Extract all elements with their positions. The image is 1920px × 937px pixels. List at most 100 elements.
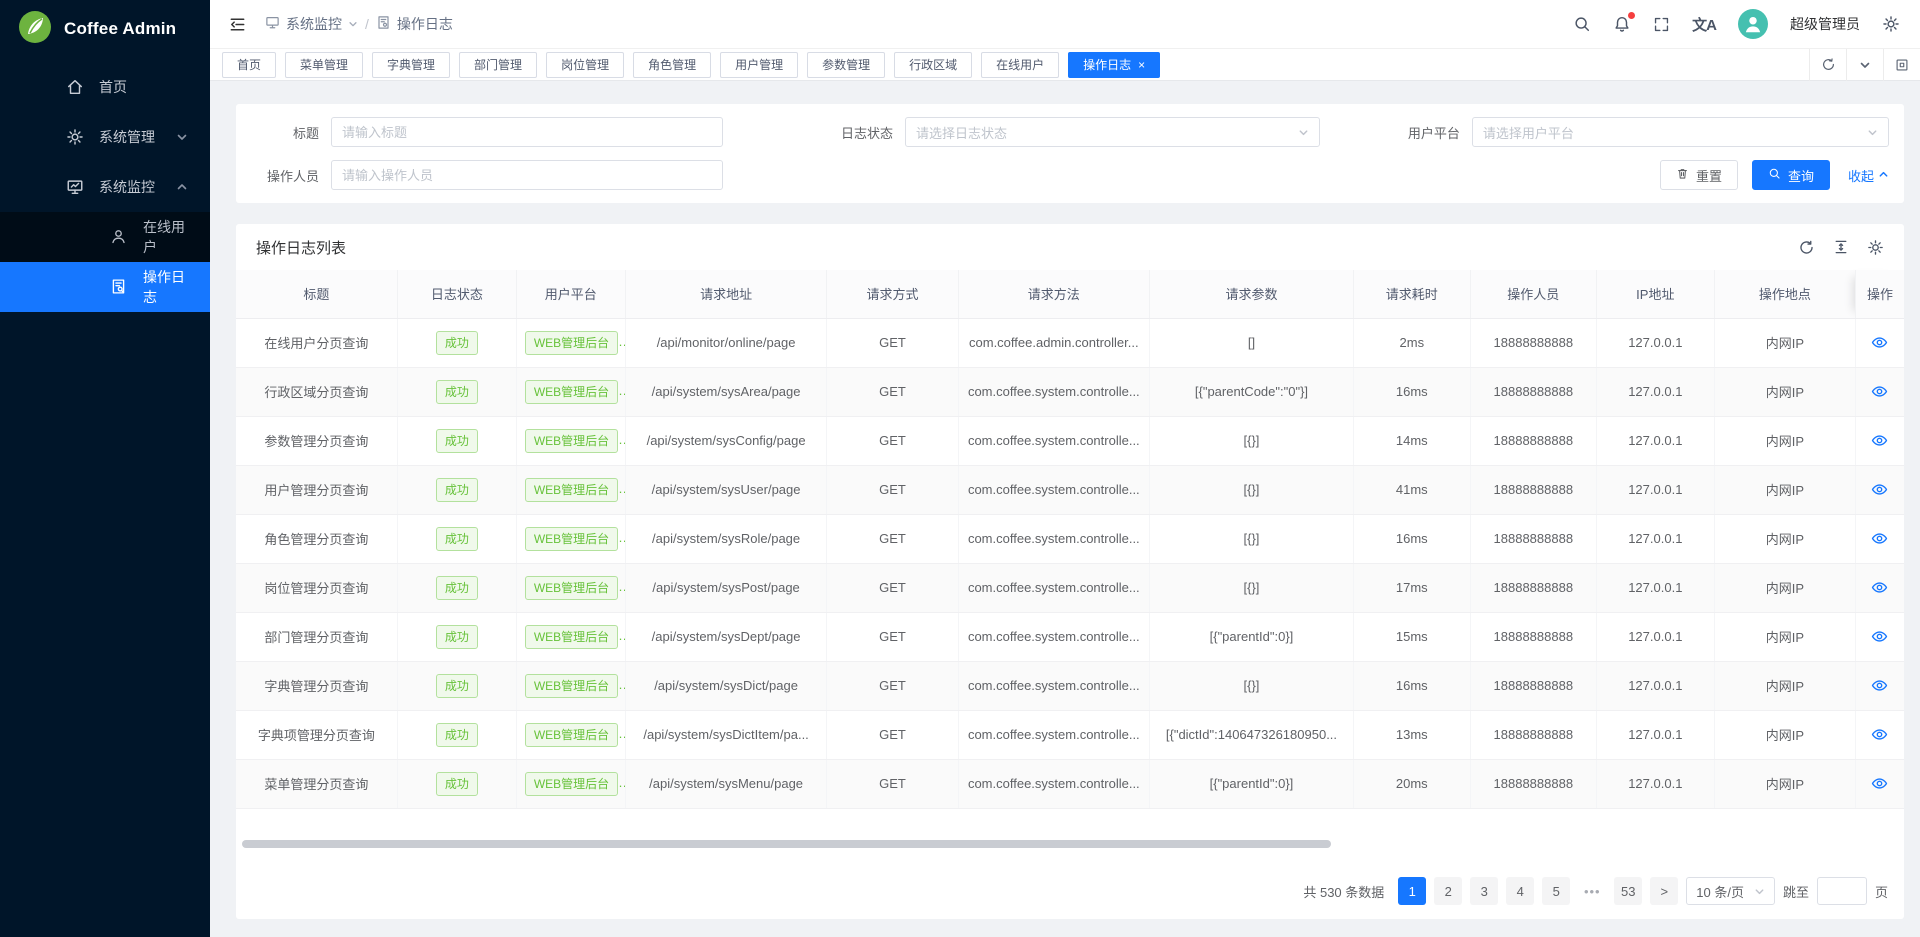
title-input[interactable] — [331, 117, 723, 147]
cell-title: 用户管理分页查询 — [236, 465, 397, 514]
view-detail-eye-icon[interactable] — [1871, 677, 1888, 694]
tab-部门管理[interactable]: 部门管理 — [459, 52, 537, 78]
view-detail-eye-icon[interactable] — [1871, 530, 1888, 547]
cell-actions — [1855, 759, 1904, 808]
logo-area[interactable]: Coffee Admin — [0, 0, 210, 58]
cell-location: 内网IP — [1714, 612, 1855, 661]
table-row: 岗位管理分页查询 成功 WEB管理后台 /api/system/sysPost/… — [236, 563, 1904, 612]
breadcrumb-section[interactable]: 系统监控 — [265, 14, 358, 34]
operator-input[interactable] — [331, 160, 723, 190]
refresh-icon[interactable] — [1809, 49, 1846, 81]
page-button-1[interactable]: 1 — [1398, 877, 1426, 905]
next-page-button[interactable]: > — [1650, 877, 1678, 905]
cell-request-url: /api/system/sysDept/page — [625, 612, 827, 661]
page-button-3[interactable]: 3 — [1470, 877, 1498, 905]
tab-首页[interactable]: 首页 — [222, 52, 276, 78]
jump-page-input[interactable] — [1817, 877, 1867, 905]
cell-request-duration: 16ms — [1353, 661, 1470, 710]
cell-location: 内网IP — [1714, 759, 1855, 808]
view-detail-eye-icon[interactable] — [1871, 775, 1888, 792]
view-detail-eye-icon[interactable] — [1871, 579, 1888, 596]
notification-bell-icon[interactable] — [1613, 15, 1631, 33]
table-row: 行政区域分页查询 成功 WEB管理后台 /api/system/sysArea/… — [236, 367, 1904, 416]
page-list: 12345•••53 — [1398, 877, 1642, 905]
close-icon[interactable]: × — [1138, 59, 1145, 71]
sidebar-item-system-management[interactable]: 系统管理 — [0, 112, 210, 162]
tab-label: 字典管理 — [387, 56, 435, 73]
menu-fold-icon[interactable] — [228, 15, 247, 34]
tab-岗位管理[interactable]: 岗位管理 — [546, 52, 624, 78]
tab-label: 部门管理 — [474, 56, 522, 73]
cell-request-handler: com.coffee.system.controlle... — [958, 661, 1150, 710]
cell-request-params: [{"parentCode":"0"}] — [1150, 367, 1354, 416]
status-select[interactable]: 请选择日志状态 — [905, 117, 1320, 147]
page-size-select[interactable]: 10 条/页 — [1686, 877, 1775, 905]
column-settings-gear-icon[interactable] — [1867, 239, 1884, 256]
cell-request-url: /api/system/sysMenu/page — [625, 759, 827, 808]
view-detail-eye-icon[interactable] — [1871, 432, 1888, 449]
page-button-2[interactable]: 2 — [1434, 877, 1462, 905]
reset-button[interactable]: 重置 — [1660, 160, 1738, 190]
sidebar-submenu: 在线用户 操作日志 — [0, 212, 210, 312]
page-button-5[interactable]: 5 — [1542, 877, 1570, 905]
tab-用户管理[interactable]: 用户管理 — [720, 52, 798, 78]
tab-菜单管理[interactable]: 菜单管理 — [285, 52, 363, 78]
tab-dropdown-chevron-icon[interactable] — [1846, 49, 1883, 81]
cell-ip-address: 127.0.0.1 — [1596, 612, 1714, 661]
tab-角色管理[interactable]: 角色管理 — [633, 52, 711, 78]
view-detail-eye-icon[interactable] — [1871, 481, 1888, 498]
sidebar-item-online-users[interactable]: 在线用户 — [0, 212, 210, 262]
refresh-icon[interactable] — [1798, 239, 1815, 256]
tab-label: 行政区域 — [909, 56, 957, 73]
cell-request-handler: com.coffee.system.controlle... — [958, 367, 1150, 416]
view-detail-eye-icon[interactable] — [1871, 726, 1888, 743]
cell-request-method: GET — [827, 759, 958, 808]
cell-request-url: /api/system/sysRole/page — [625, 514, 827, 563]
sidebar-menu: 首页 系统管理 系统监控 — [0, 58, 210, 312]
tab-字典管理[interactable]: 字典管理 — [372, 52, 450, 78]
sidebar-item-home[interactable]: 首页 — [0, 62, 210, 112]
cell-title: 岗位管理分页查询 — [236, 563, 397, 612]
cell-request-params: [{}] — [1150, 563, 1354, 612]
avatar[interactable] — [1738, 9, 1768, 39]
sidebar-item-system-monitor[interactable]: 系统监控 — [0, 162, 210, 212]
content-maximize-icon[interactable] — [1883, 49, 1920, 81]
view-detail-eye-icon[interactable] — [1871, 383, 1888, 400]
cell-request-method: GET — [827, 416, 958, 465]
horizontal-scrollbar-thumb[interactable] — [242, 840, 1331, 848]
cell-title: 在线用户分页查询 — [236, 318, 397, 367]
collapse-filter-link[interactable]: 收起 — [1848, 166, 1889, 185]
cell-operator: 18888888888 — [1470, 465, 1596, 514]
cell-request-params: [{}] — [1150, 416, 1354, 465]
status-badge: 成功 — [436, 527, 478, 551]
page-button-4[interactable]: 4 — [1506, 877, 1534, 905]
status-badge: 成功 — [436, 772, 478, 796]
cell-location: 内网IP — [1714, 318, 1855, 367]
cell-request-method: GET — [827, 465, 958, 514]
view-detail-eye-icon[interactable] — [1871, 334, 1888, 351]
settings-gear-icon[interactable] — [1882, 15, 1900, 33]
row-density-icon[interactable] — [1833, 239, 1849, 255]
search-icon[interactable] — [1573, 15, 1591, 33]
app-window: Coffee Admin 首页 系统管理 — [0, 0, 1920, 937]
tab-操作日志[interactable]: 操作日志 × — [1068, 52, 1160, 78]
sidebar-item-operation-log[interactable]: 操作日志 — [0, 262, 210, 312]
cell-status: 成功 — [397, 416, 516, 465]
tab-参数管理[interactable]: 参数管理 — [807, 52, 885, 78]
current-user-name[interactable]: 超级管理员 — [1790, 14, 1860, 34]
cell-request-url: /api/system/sysPost/page — [625, 563, 827, 612]
tab-行政区域[interactable]: 行政区域 — [894, 52, 972, 78]
view-detail-eye-icon[interactable] — [1871, 628, 1888, 645]
cell-request-params: [] — [1150, 318, 1354, 367]
page-button-53[interactable]: 53 — [1614, 877, 1642, 905]
platform-badge: WEB管理后台 — [525, 625, 618, 649]
monitor-icon — [265, 15, 280, 33]
search-button[interactable]: 查询 — [1752, 160, 1830, 190]
platform-select-placeholder: 请选择用户平台 — [1483, 123, 1574, 142]
tab-在线用户[interactable]: 在线用户 — [981, 52, 1059, 78]
platform-select[interactable]: 请选择用户平台 — [1472, 117, 1889, 147]
language-switch-icon[interactable]: 文A — [1692, 14, 1716, 35]
cell-request-params: [{}] — [1150, 514, 1354, 563]
fullscreen-icon[interactable] — [1653, 16, 1670, 33]
operation-log-table: 标题日志状态用户平台请求地址请求方式请求方法请求参数请求耗时操作人员IP地址操作… — [236, 270, 1904, 809]
